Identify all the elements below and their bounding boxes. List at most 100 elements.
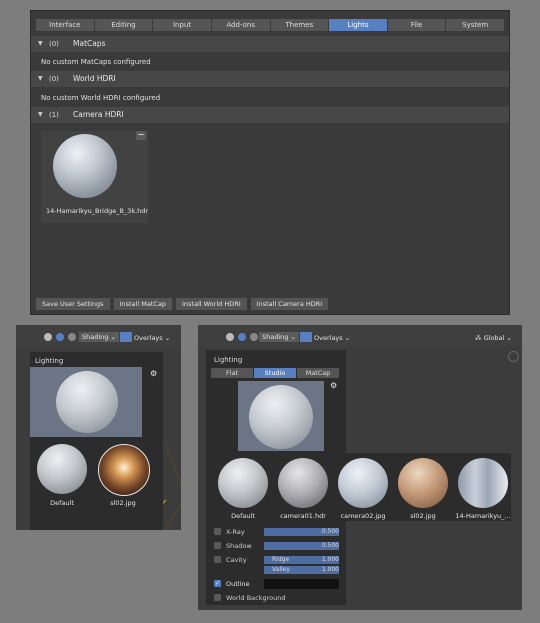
tab-lights[interactable]: Lights bbox=[329, 19, 387, 31]
remove-hdri-button[interactable]: − bbox=[136, 131, 146, 140]
sl02-light-thumb[interactable] bbox=[98, 444, 150, 496]
lighting-label: Lighting bbox=[35, 357, 64, 365]
cavity-ridge-slider[interactable]: Ridge 1.000 bbox=[264, 556, 339, 564]
xray-value: 0.500 bbox=[321, 528, 339, 535]
tab-addons[interactable]: Add-ons bbox=[211, 19, 270, 31]
navigation-gizmo-icon[interactable] bbox=[508, 351, 519, 362]
matcaps-section-header[interactable]: ▼ (0) MatCaps bbox=[31, 36, 509, 52]
viewport-right: Shading ⌄ Overlays ⌄ ⁂ Global ⌄ Lighting… bbox=[198, 325, 522, 610]
world-background-label: World Background bbox=[226, 594, 286, 602]
camera-hdri-count: (1) bbox=[49, 111, 59, 119]
lighting-label: Lighting bbox=[214, 356, 243, 364]
orientation-label: Global bbox=[483, 334, 505, 342]
outline-label: Outline bbox=[226, 580, 250, 588]
lighting-matcap-option[interactable]: MatCap bbox=[297, 368, 339, 378]
viewport-header: Shading ⌄ Overlays ⌄ ⁂ Global ⌄ bbox=[198, 325, 522, 347]
tab-input[interactable]: Input bbox=[153, 19, 211, 31]
camera-hdri-section-header[interactable]: ▼ (1) Camera HDRI bbox=[31, 107, 509, 123]
valley-value: 1.000 bbox=[321, 566, 339, 573]
cavity-valley-slider[interactable]: Valley 1.000 bbox=[264, 566, 339, 574]
studio-light-preview[interactable] bbox=[30, 367, 142, 437]
shading-label: Shading bbox=[262, 333, 289, 341]
tab-themes[interactable]: Themes bbox=[270, 19, 329, 31]
sl02-light-name: sl02.jpg bbox=[110, 499, 136, 507]
lighting-studio-option[interactable]: Studio bbox=[254, 368, 296, 378]
cavity-checkbox[interactable] bbox=[214, 556, 221, 563]
lighting-flat-option[interactable]: Flat bbox=[211, 368, 253, 378]
world-background-checkbox[interactable] bbox=[214, 594, 221, 601]
overlays-dropdown[interactable]: Overlays ⌄ bbox=[314, 334, 350, 342]
save-user-settings-button[interactable]: Save User Settings bbox=[36, 298, 110, 310]
shading-popover: Lighting ⚙ Default sl02.jpg bbox=[30, 352, 163, 530]
shading-label: Shading bbox=[82, 333, 109, 341]
collapse-triangle-icon: ▼ bbox=[38, 40, 43, 47]
camera02-light-thumb[interactable] bbox=[338, 458, 388, 508]
light-settings-icon[interactable]: ⚙ bbox=[150, 369, 157, 378]
default-light-name: Default bbox=[50, 499, 74, 507]
solid-shading-icon[interactable] bbox=[56, 333, 64, 341]
lighting-mode-selector: Flat Studio MatCap bbox=[211, 368, 339, 378]
shadow-value: 0.500 bbox=[321, 542, 339, 549]
preferences-tabs: Interface Editing Input Add-ons Themes L… bbox=[36, 19, 504, 31]
hdri-preview-sphere bbox=[53, 134, 117, 198]
tab-file[interactable]: File bbox=[387, 19, 446, 31]
tab-system[interactable]: System bbox=[446, 19, 504, 31]
camera01-light-name: camera01.hdr bbox=[280, 512, 326, 520]
install-world-hdri-button[interactable]: Install World HDRI bbox=[176, 298, 247, 310]
shadow-label: Shadow bbox=[226, 542, 252, 550]
world-hdri-title: World HDRI bbox=[73, 74, 116, 83]
tab-interface[interactable]: Interface bbox=[36, 19, 94, 31]
xray-label: X-Ray bbox=[226, 528, 245, 536]
sl02-light-thumb[interactable] bbox=[398, 458, 448, 508]
overlays-dropdown[interactable]: Overlays ⌄ bbox=[134, 334, 170, 342]
orientation-dropdown[interactable]: ⁂ Global ⌄ bbox=[475, 334, 512, 342]
camera01-light-thumb[interactable] bbox=[278, 458, 328, 508]
overlays-toggle-icon[interactable] bbox=[300, 332, 312, 342]
cavity-label: Cavity bbox=[226, 556, 247, 564]
material-shading-icon[interactable] bbox=[250, 333, 258, 341]
overlays-label: Overlays bbox=[134, 334, 163, 342]
tab-editing[interactable]: Editing bbox=[94, 19, 153, 31]
preferences-footer: Save User Settings Install MatCap Instal… bbox=[36, 298, 329, 310]
camera02-light-name: camera02.jpg bbox=[340, 512, 386, 520]
overlays-toggle-icon[interactable] bbox=[120, 332, 132, 342]
outline-color-swatch[interactable] bbox=[264, 579, 339, 589]
preview-sphere bbox=[56, 371, 118, 433]
xray-slider[interactable]: 0.500 bbox=[264, 528, 339, 536]
ridge-value: 1.000 bbox=[321, 556, 339, 563]
default-light-thumb[interactable] bbox=[37, 444, 87, 494]
default-light-thumb[interactable] bbox=[218, 458, 268, 508]
matcaps-title: MatCaps bbox=[73, 39, 106, 48]
ridge-label: Ridge bbox=[272, 556, 290, 563]
solid-shading-icon[interactable] bbox=[238, 333, 246, 341]
camera-hdri-item[interactable]: − 14-Hamarikyu_Bridge_B_3k.hdr bbox=[41, 131, 148, 223]
matcaps-message: No custom MatCaps configured bbox=[41, 58, 151, 66]
hamarikyu-light-thumb[interactable] bbox=[458, 458, 508, 508]
world-hdri-message: No custom World HDRI configured bbox=[41, 94, 161, 102]
collapse-triangle-icon: ▼ bbox=[38, 75, 43, 82]
studio-light-preview[interactable] bbox=[238, 381, 324, 451]
install-matcap-button[interactable]: Install MatCap bbox=[113, 298, 172, 310]
matcaps-count: (0) bbox=[49, 40, 59, 48]
outline-checkbox[interactable]: ✓ bbox=[214, 580, 221, 587]
orientation-icon: ⁂ bbox=[475, 334, 482, 342]
viewport-left: Shading ⌄ Overlays ⌄ Lighting ⚙ Default … bbox=[16, 325, 181, 530]
light-settings-icon[interactable]: ⚙ bbox=[330, 381, 337, 390]
default-light-name: Default bbox=[231, 512, 255, 520]
camera-hdri-title: Camera HDRI bbox=[73, 110, 124, 119]
shadow-checkbox[interactable] bbox=[214, 542, 221, 549]
world-hdri-section-header[interactable]: ▼ (0) World HDRI bbox=[31, 71, 509, 87]
world-hdri-count: (0) bbox=[49, 75, 59, 83]
overlays-label: Overlays bbox=[314, 334, 343, 342]
shadow-slider[interactable]: 0.500 bbox=[264, 542, 339, 550]
shading-dropdown[interactable]: Shading ⌄ bbox=[259, 332, 299, 342]
install-camera-hdri-button[interactable]: Install Camera HDRI bbox=[250, 298, 329, 310]
viewport-header: Shading ⌄ Overlays ⌄ bbox=[16, 325, 181, 347]
xray-checkbox[interactable] bbox=[214, 528, 221, 535]
wireframe-shading-icon[interactable] bbox=[44, 333, 52, 341]
valley-label: Valley bbox=[272, 566, 290, 573]
hamarikyu-light-name: 14-Hamarikyu_... bbox=[455, 512, 511, 520]
material-shading-icon[interactable] bbox=[68, 333, 76, 341]
shading-dropdown[interactable]: Shading ⌄ bbox=[79, 332, 119, 342]
wireframe-shading-icon[interactable] bbox=[226, 333, 234, 341]
